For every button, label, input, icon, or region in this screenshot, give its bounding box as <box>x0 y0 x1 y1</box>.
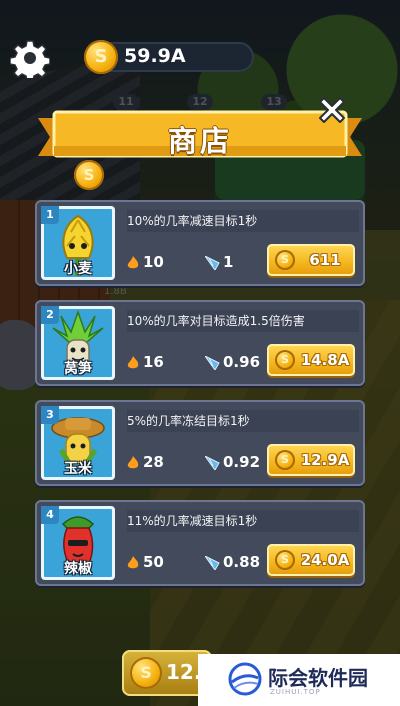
speed-icon <box>205 456 220 470</box>
damage-value: 28 <box>143 453 164 471</box>
watermark: 际会软件园 ZUIHUI.TOP <box>198 654 400 706</box>
watermark-logo-icon <box>228 662 262 696</box>
balance-amount: 59.9A <box>124 45 186 67</box>
buy-price: 12.9A <box>300 451 350 469</box>
level-badge: 2 <box>41 306 59 324</box>
coin-icon <box>74 160 104 190</box>
speed-value: 0.92 <box>223 453 261 471</box>
fire-icon <box>127 456 139 469</box>
coin-icon <box>275 350 295 370</box>
shop-item-chili: 4 辣椒 11%的几率减速目标1秒 50 0.88 24.0A <box>35 500 365 586</box>
buy-button[interactable]: 12.9A <box>267 444 355 476</box>
fire-icon <box>127 556 139 569</box>
plant-description: 11%的几率减速目标1秒 <box>127 510 359 532</box>
plant-description: 10%的几率对目标造成1.5倍伤害 <box>127 310 359 332</box>
plant-name: 小麦 <box>64 261 92 277</box>
gear-icon <box>9 40 51 82</box>
watermark-name: 际会软件园 <box>268 666 368 690</box>
plant-description: 5%的几率冻结目标1秒 <box>127 410 359 432</box>
speed-value: 1 <box>223 253 234 271</box>
buy-price: 611 <box>309 251 341 269</box>
shop-item-lettuce: 2 莴笋 10%的几率对目标造成1.5倍伤害 16 0.96 14.8A <box>35 300 365 386</box>
shop-item-corn: 3 玉米 5%的几率冻结目标1秒 28 0.92 12.9A <box>35 400 365 486</box>
close-button[interactable] <box>314 92 350 128</box>
speed-value: 0.96 <box>223 353 261 371</box>
plant-name: 辣椒 <box>64 561 92 577</box>
speed-icon <box>205 356 220 370</box>
coin-icon <box>275 550 295 570</box>
buy-button[interactable]: 24.0A <box>267 544 355 576</box>
coin-icon <box>84 40 118 74</box>
level-badge: 3 <box>41 406 59 424</box>
buy-button[interactable]: 611 <box>267 244 355 276</box>
watermark-url: ZUIHUI.TOP <box>270 688 321 696</box>
buy-price: 14.8A <box>300 351 350 369</box>
coin-icon <box>275 450 295 470</box>
speed-icon <box>205 556 220 570</box>
fire-icon <box>127 256 139 269</box>
plant-description: 10%的几率减速目标1秒 <box>127 210 359 232</box>
fire-icon <box>127 356 139 369</box>
plant-name: 莴笋 <box>64 361 92 377</box>
coin-icon <box>130 657 162 689</box>
level-badge: 4 <box>41 506 59 524</box>
coin-icon <box>275 250 295 270</box>
buy-price: 24.0A <box>300 551 350 569</box>
close-icon <box>319 97 345 123</box>
damage-value: 16 <box>143 353 164 371</box>
buy-button[interactable]: 14.8A <box>267 344 355 376</box>
damage-value: 50 <box>143 553 164 571</box>
plant-name: 玉米 <box>64 461 92 477</box>
damage-value: 10 <box>143 253 164 271</box>
settings-button[interactable] <box>9 38 51 82</box>
level-badge: 1 <box>41 206 59 224</box>
speed-icon <box>205 256 220 270</box>
bottom-buy-price: 12. <box>166 660 202 684</box>
speed-value: 0.88 <box>223 553 261 571</box>
shop-item-wheat: 1 小麦 10%的几率减速目标1秒 10 1 611 <box>35 200 365 286</box>
